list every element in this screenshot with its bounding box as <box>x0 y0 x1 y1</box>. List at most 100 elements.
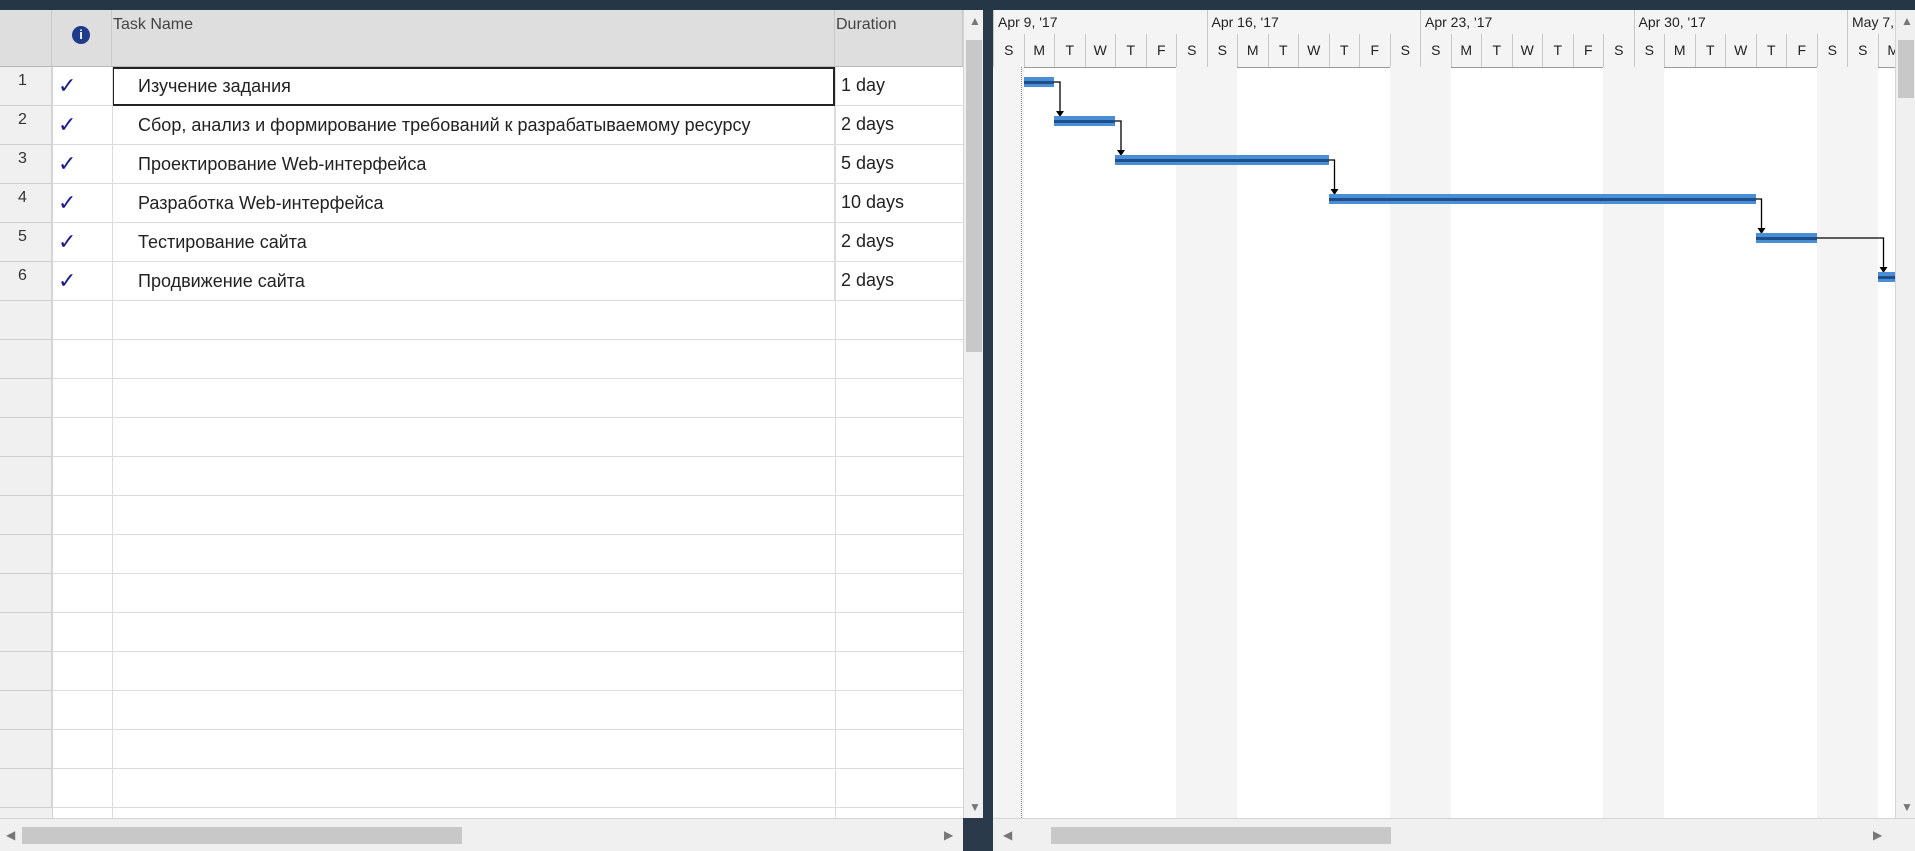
row-number[interactable] <box>0 730 52 769</box>
row-number[interactable]: 5 <box>0 223 52 262</box>
duration-cell[interactable]: 1 day <box>835 67 961 106</box>
row-number[interactable] <box>0 496 52 535</box>
view-splitter[interactable] <box>983 10 993 851</box>
duration-header-label: Duration <box>836 16 897 33</box>
gantt-vertical-scroll-thumb[interactable] <box>1898 40 1914 98</box>
row-number[interactable] <box>0 301 52 340</box>
row-number[interactable] <box>0 535 52 574</box>
row-number[interactable] <box>0 418 52 457</box>
task-name-cell[interactable]: Проектирование Web-интерфейса <box>112 145 835 184</box>
grid-vertical-scrollbar[interactable]: ▲ ▼ <box>963 10 984 818</box>
table-row[interactable]: 3 ✓ Проектирование Web-интерфейса 5 days <box>0 145 963 184</box>
task-grid: i Task Name Duration 1 ✓ Изучение задания 1… <box>0 10 963 851</box>
table-row[interactable]: 1 ✓ Изучение задания 1 day <box>0 67 963 106</box>
dependency-links <box>1054 81 1888 273</box>
table-row[interactable] <box>0 574 963 613</box>
row-number[interactable] <box>0 613 52 652</box>
row-number[interactable] <box>0 691 52 730</box>
row-number[interactable] <box>0 340 52 379</box>
task-progress <box>1054 120 1115 123</box>
table-row[interactable]: 2 ✓ Сбор, анализ и формирование требований… <box>0 106 963 145</box>
table-row[interactable] <box>0 652 963 691</box>
task-name-cell[interactable]: Тестирование сайта <box>112 223 835 262</box>
row-number[interactable]: 4 <box>0 184 52 223</box>
column-divider <box>112 67 113 818</box>
task-bar[interactable] <box>1023 77 1054 87</box>
completed-check-icon: ✓ <box>58 268 77 293</box>
scroll-right-arrow-icon[interactable]: ▶ <box>944 828 953 842</box>
table-row[interactable] <box>0 340 963 379</box>
table-row[interactable] <box>0 730 963 769</box>
table-row[interactable] <box>0 613 963 652</box>
info-icon: i <box>72 26 90 44</box>
duration-cell[interactable]: 2 days <box>835 106 961 145</box>
scroll-up-arrow-icon[interactable]: ▲ <box>1901 14 1913 28</box>
row-number[interactable] <box>0 769 52 808</box>
task-name-header-label: Task Name <box>113 16 194 33</box>
task-bar[interactable] <box>1054 116 1115 126</box>
table-row[interactable] <box>0 769 963 808</box>
column-divider <box>835 67 836 818</box>
completed-check-icon: ✓ <box>58 151 77 176</box>
row-number[interactable]: 2 <box>0 106 52 145</box>
dependency-link <box>1054 81 1061 112</box>
task-name-column-header[interactable]: Task Name <box>112 10 835 67</box>
table-row[interactable]: 4 ✓ Разработка Web-интерфейса 10 days <box>0 184 963 223</box>
task-bar[interactable] <box>1328 194 1756 204</box>
row-number[interactable]: 6 <box>0 262 52 301</box>
row-number[interactable]: 3 <box>0 145 52 184</box>
completed-check-icon: ✓ <box>58 229 77 254</box>
completed-check-icon: ✓ <box>58 73 77 98</box>
scroll-down-arrow-icon[interactable]: ▼ <box>969 800 981 814</box>
task-progress <box>1755 237 1817 240</box>
table-row[interactable]: 6 ✓ Продвижение сайта 2 days <box>0 262 963 301</box>
gantt-vertical-scrollbar[interactable]: ▲ ▼ <box>1895 10 1915 818</box>
scroll-down-arrow-icon[interactable]: ▼ <box>1901 800 1913 814</box>
duration-cell[interactable]: 10 days <box>835 184 961 223</box>
duration-cell[interactable]: 2 days <box>835 262 961 301</box>
row-number[interactable] <box>0 652 52 691</box>
task-progress <box>1328 198 1756 201</box>
row-number[interactable] <box>0 457 52 496</box>
task-name-cell[interactable]: Сбор, анализ и формирование требований к… <box>112 106 835 145</box>
table-row[interactable] <box>0 496 963 535</box>
duration-cell[interactable]: 5 days <box>835 145 961 184</box>
dependency-link <box>1328 159 1336 190</box>
window-top-strip <box>0 0 1915 10</box>
gantt-horizontal-scrollbar[interactable]: ◀ ▶ <box>993 818 1915 851</box>
grid-horizontal-scrollbar[interactable]: ◀ ▶ <box>0 818 963 851</box>
grid-vertical-scroll-thumb[interactable] <box>966 40 982 352</box>
table-row[interactable] <box>0 691 963 730</box>
table-row[interactable] <box>0 301 963 340</box>
gantt-chart: Apr 9, '17 Apr 16, '17 Apr 23, '17 Apr 30, … <box>993 10 1915 818</box>
task-progress <box>1023 81 1054 84</box>
project-app: i Task Name Duration 1 ✓ Изучение задания 1… <box>0 0 1915 851</box>
table-row[interactable] <box>0 379 963 418</box>
task-bar[interactable] <box>1115 155 1329 165</box>
indicators-column-header[interactable]: i <box>52 10 112 67</box>
scroll-left-arrow-icon[interactable]: ◀ <box>6 828 15 842</box>
task-name-cell[interactable]: Продвижение сайта <box>112 262 835 301</box>
scroll-right-arrow-icon[interactable]: ▶ <box>1873 828 1882 842</box>
task-name-cell[interactable]: Изучение задания <box>112 67 835 106</box>
completed-check-icon: ✓ <box>58 112 77 137</box>
gantt-horizontal-scroll-thumb[interactable] <box>1051 827 1391 844</box>
table-row[interactable] <box>0 457 963 496</box>
table-row[interactable] <box>0 535 963 574</box>
scroll-left-arrow-icon[interactable]: ◀ <box>1003 828 1012 842</box>
dependency-link <box>1816 237 1885 268</box>
grid-horizontal-scroll-thumb[interactable] <box>22 827 462 844</box>
select-all-corner[interactable] <box>0 10 52 67</box>
duration-column-header[interactable]: Duration <box>835 10 963 67</box>
task-progress <box>1115 159 1329 162</box>
row-number[interactable] <box>0 574 52 613</box>
duration-cell[interactable]: 2 days <box>835 223 961 262</box>
row-number[interactable]: 1 <box>0 67 52 106</box>
task-name-cell[interactable]: Разработка Web-интерфейса <box>112 184 835 223</box>
scroll-up-arrow-icon[interactable]: ▲ <box>969 14 981 28</box>
completed-check-icon: ✓ <box>58 190 77 215</box>
table-row[interactable] <box>0 418 963 457</box>
row-number[interactable] <box>0 379 52 418</box>
task-bar[interactable] <box>1755 233 1817 243</box>
table-row[interactable]: 5 ✓ Тестирование сайта 2 days <box>0 223 963 262</box>
